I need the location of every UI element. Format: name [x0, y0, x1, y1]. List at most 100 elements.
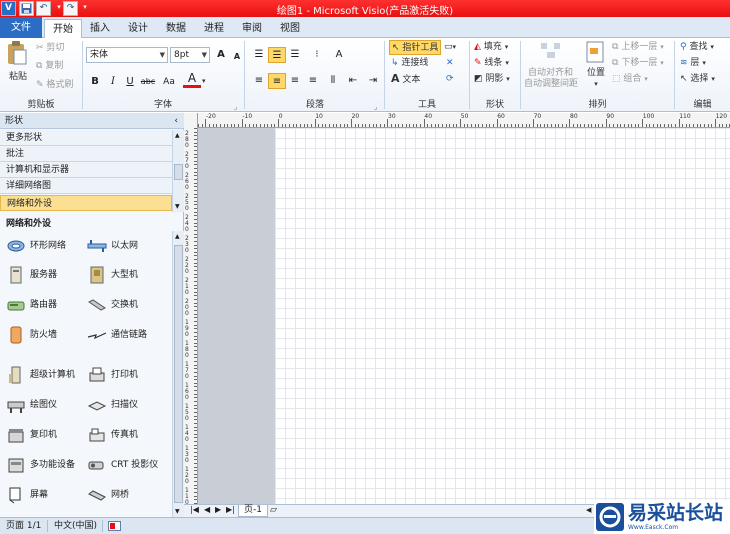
align-center-icon[interactable]: ≡ [268, 73, 286, 89]
stencil-shape-item[interactable]: 扫描仪 [87, 392, 165, 418]
ruler-label: 70 [533, 113, 542, 120]
shape-label: 打印机 [111, 370, 139, 380]
justify-icon[interactable]: ≡ [304, 73, 322, 89]
font-size-combo[interactable]: 8pt ▼ [170, 47, 210, 63]
scroll-thumb [174, 245, 183, 503]
shadow-button[interactable]: ◩ 阴影 ▾ [474, 72, 510, 86]
align-top-icon[interactable]: ☰ [250, 47, 268, 63]
prev-page-icon[interactable]: ◀ [204, 505, 210, 514]
format-painter-button[interactable]: ✎ 格式刷 [36, 78, 73, 92]
last-page-icon[interactable]: ▶| [226, 505, 235, 514]
multifunction-device-icon [6, 456, 26, 474]
tab-file[interactable]: 文件 [0, 17, 42, 38]
change-case-button[interactable]: Aa [158, 74, 180, 90]
collapse-pane-icon[interactable]: ‹ [174, 113, 178, 129]
stencil-shape-item[interactable]: 复印机 [6, 422, 84, 448]
next-page-icon[interactable]: ▶ [215, 505, 221, 514]
stencil-shape-item[interactable]: 环形网络 [6, 233, 84, 259]
stencil-shape-item[interactable]: 通信链路 [87, 322, 165, 348]
stencil-shape-item[interactable]: 交换机 [87, 292, 165, 318]
bring-forward-button[interactable]: ⧉ 上移一层 ▾ [612, 40, 664, 54]
send-backward-button[interactable]: ⧉ 下移一层 ▾ [612, 56, 664, 70]
first-page-icon[interactable]: |◀ [190, 505, 199, 514]
align-middle-icon[interactable]: ☰ [268, 47, 286, 63]
shape-label: 超级计算机 [30, 370, 76, 380]
ruler-label: 50 [460, 113, 469, 120]
position-button[interactable]: 位置 ▾ [584, 66, 608, 88]
ring-network-icon [6, 237, 26, 255]
pointer-tool-button[interactable]: ↖ 指针工具 [389, 40, 441, 55]
macro-record-icon[interactable] [108, 521, 121, 531]
close-icon[interactable]: ✕ [446, 56, 454, 70]
italic-button[interactable]: I [104, 74, 122, 90]
font-color-dropdown-icon[interactable]: ▾ [202, 74, 206, 88]
stencil-shape-item[interactable]: 网桥 [87, 482, 165, 508]
tab-review[interactable]: 审阅 [236, 19, 268, 38]
rectangle-tool-button[interactable]: ▭▾ [444, 40, 456, 54]
auto-align-button[interactable]: 自动对齐和 [528, 68, 573, 79]
ruler-label: 120 [715, 113, 728, 120]
status-page-count[interactable]: 页面 1/1 [6, 518, 41, 534]
stencil-more-shapes[interactable]: 更多形状▶ [0, 130, 180, 146]
copy-button[interactable]: ⧉ 复制 [36, 59, 63, 73]
stencil-shape-item[interactable]: 超级计算机 [6, 362, 84, 388]
stencil-shape-item[interactable]: 大型机 [87, 262, 165, 288]
tab-design[interactable]: 设计 [122, 19, 154, 38]
font-name-combo[interactable]: 宋体 ▼ [86, 47, 168, 63]
stencil-detailed-network[interactable]: 详细网络图 [0, 178, 172, 194]
align-left-icon[interactable]: ≡ [250, 73, 268, 89]
fill-button[interactable]: ◭ 填充 ▾ [474, 40, 508, 54]
stencil-computers-monitors[interactable]: 计算机和显示器 [0, 162, 172, 178]
stencil-shape-item[interactable]: 服务器 [6, 262, 84, 288]
tab-home[interactable]: 开始 [44, 19, 82, 38]
ruler-label: 210 [185, 277, 189, 296]
select-button[interactable]: ↖ 选择 ▾ [680, 72, 715, 86]
text-tool-button[interactable]: A 文本 [391, 72, 420, 87]
bold-button[interactable]: B [86, 74, 104, 90]
connection-point-icon[interactable]: ⟳ [446, 72, 454, 86]
stencil-list-scrollbar[interactable]: ▲ ▼ [172, 130, 184, 212]
increase-indent-icon[interactable]: ⇥ [364, 73, 382, 89]
bullets-icon[interactable]: ⁝ [308, 47, 326, 63]
underline-button[interactable]: U [121, 74, 139, 90]
line-button[interactable]: ✎ 线条 ▾ [474, 56, 509, 70]
text-size-icon[interactable]: A [330, 47, 348, 63]
align-right-icon[interactable]: ≡ [286, 73, 304, 89]
stencil-shape-item[interactable]: 多功能设备 [6, 452, 84, 478]
shapes-pane: 形状 ‹ 更多形状▶ 批注 计算机和显示器 详细网络图 网络和外设 ▲ ▼ 网络… [0, 113, 184, 517]
tab-process[interactable]: 进程 [198, 19, 230, 38]
page-tab-current[interactable]: 页-1 [238, 505, 268, 517]
title-bar: V ↶ ▾ ↷ ▾ 绘图1 - Microsoft Visio(产品激活失败) [0, 0, 730, 17]
drawing-page[interactable] [275, 128, 730, 504]
font-color-button[interactable]: A [183, 71, 201, 88]
status-language[interactable]: 中文(中国) [54, 518, 97, 534]
paste-button[interactable]: 粘贴 [6, 40, 30, 84]
stencil-shape-item[interactable]: CRT 投影仪 [87, 452, 165, 478]
stencil-callouts[interactable]: 批注 [0, 146, 172, 162]
stencil-shape-item[interactable]: 绘图仪 [6, 392, 84, 418]
group-button[interactable]: ⬚ 组合 ▾ [612, 72, 648, 86]
strikethrough-button[interactable]: abc [138, 74, 158, 90]
stencil-network-peripherals[interactable]: 网络和外设 [0, 195, 172, 211]
find-button[interactable]: ⚲ 查找 ▾ [680, 40, 714, 54]
stencil-shape-item[interactable]: 以太网 [87, 233, 165, 259]
tab-insert[interactable]: 插入 [84, 19, 116, 38]
decrease-indent-icon[interactable]: ⇤ [344, 73, 362, 89]
tab-view[interactable]: 视图 [274, 19, 306, 38]
stencil-shape-item[interactable]: 路由器 [6, 292, 84, 318]
insert-page-icon[interactable]: ▱ [270, 505, 277, 515]
cut-button[interactable]: ✂ 剪切 [36, 41, 64, 55]
dialog-launcher-icon[interactable]: ⌟ [374, 100, 377, 114]
stencil-shape-item[interactable]: 屏幕 [6, 482, 84, 508]
stencil-shape-item[interactable]: 打印机 [87, 362, 165, 388]
layer-button[interactable]: ≋ 层 ▾ [680, 56, 706, 70]
copier-icon [6, 426, 26, 444]
dialog-launcher-icon[interactable]: ⌟ [234, 100, 237, 114]
align-bottom-icon[interactable]: ☰ [286, 47, 304, 63]
shapes-scrollbar[interactable]: ▲ ▼ [172, 231, 184, 517]
stencil-shape-item[interactable]: 防火墙 [6, 322, 84, 348]
connector-button[interactable]: ↳ 连接线 [391, 56, 428, 70]
text-direction-icon[interactable]: ⫴ [324, 73, 342, 89]
stencil-shape-item[interactable]: 传真机 [87, 422, 165, 448]
tab-data[interactable]: 数据 [160, 19, 192, 38]
